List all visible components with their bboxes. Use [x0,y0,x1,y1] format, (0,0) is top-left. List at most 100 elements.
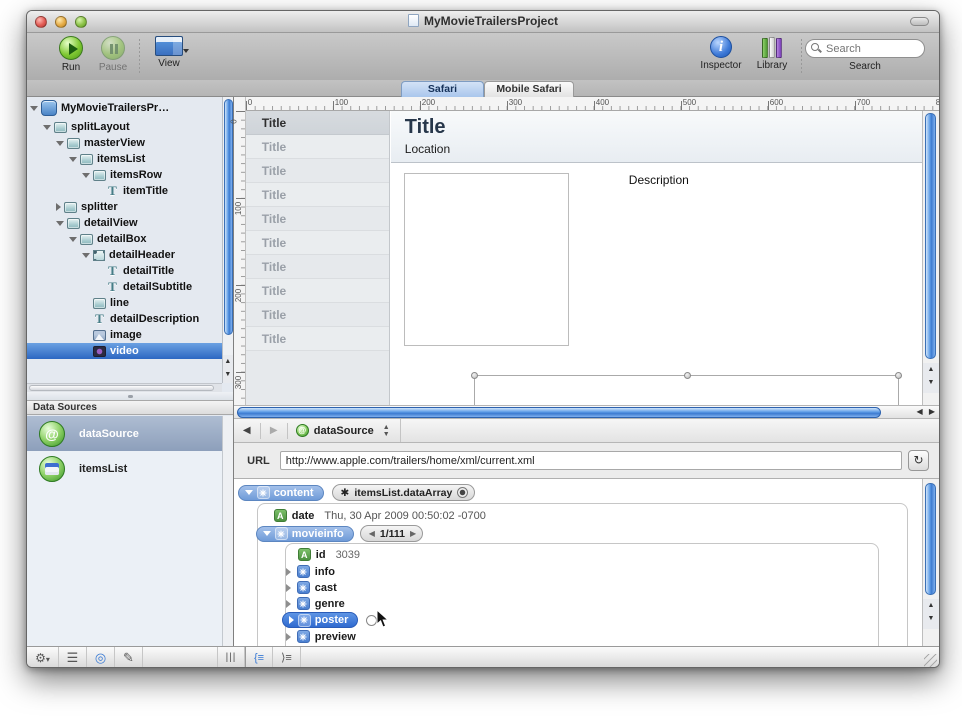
tree-item-project-root[interactable]: MyMovieTrailersPr… [27,97,222,119]
video-element-selected[interactable] [474,375,899,405]
list-row[interactable]: Title [246,255,389,279]
disclosure-triangle[interactable] [30,106,38,111]
field-row-preview[interactable]: preview [286,630,356,643]
disclosure-triangle[interactable] [286,633,291,641]
field-row-genre[interactable]: genre [286,597,345,610]
back-button[interactable]: ◀ [234,425,260,436]
disclosure-triangle[interactable] [56,203,61,211]
tree-item-image[interactable]: image [27,327,222,343]
tree-item-detailHeader[interactable]: detailHeader [27,247,222,263]
description-element[interactable]: Description [629,173,689,187]
selection-handle[interactable] [895,372,902,379]
tree-item-line[interactable]: line [27,295,222,311]
canvas-horizontal-scrollbar[interactable]: ◀ ▶ [234,405,939,419]
tree-item-detailSubtitle[interactable]: TdetailSubtitle [27,279,222,295]
date-row[interactable]: A date Thu, 30 Apr 2009 00:50:02 -0700 [274,509,486,522]
disclosure-triangle[interactable] [56,141,64,146]
tree-item-detailTitle[interactable]: TdetailTitle [27,263,222,279]
tree-item-video[interactable]: video [27,343,222,359]
next-record-icon[interactable]: ▶ [410,529,416,538]
canvas-hscroll-arrows[interactable]: ◀ ▶ [916,407,937,416]
disclosure-triangle[interactable] [69,157,77,162]
run-button[interactable]: Run [51,36,91,73]
scrollbar-thumb[interactable] [29,385,214,391]
list-row[interactable]: Title [246,207,389,231]
disclosure-triangle[interactable] [263,531,271,536]
gear-menu-button[interactable]: ⚙▾ [27,647,59,668]
scrollbar-thumb[interactable] [237,407,881,418]
tab-safari[interactable]: Safari [401,81,484,97]
title-bar[interactable]: MyMovieTrailersProject [27,11,939,33]
disclosure-triangle[interactable] [69,237,77,242]
list-view-button[interactable]: ☰ [59,647,87,668]
resize-grip[interactable] [924,654,937,667]
field-row-poster-selected[interactable]: poster [282,612,378,628]
scrollbar-thumb[interactable] [925,483,936,595]
data-source-item-dataSource[interactable]: @ dataSource [27,416,222,451]
inspector-button[interactable]: i Inspector [693,36,749,71]
detail-title-element[interactable]: Title [405,116,446,139]
scrollbar-thumb[interactable] [224,99,233,335]
tree-item-itemsRow[interactable]: itemsRow [27,167,222,183]
canvas-vertical-scrollbar[interactable]: ▲▼ [922,111,939,405]
disclosure-triangle[interactable] [82,173,90,178]
library-button[interactable]: Library [749,36,795,71]
tree-item-masterView[interactable]: masterView [27,135,222,151]
detail-subtitle-element[interactable]: Location [405,142,450,156]
search-input[interactable] [805,39,925,58]
canvas-scroll-arrows[interactable]: ▲▼ [923,363,939,393]
sidebar-splitter-handle[interactable] [27,392,233,400]
stack-view-button[interactable]: {≡ [245,647,273,668]
content-vertical-scrollbar[interactable]: ▲▼ [922,479,939,646]
previous-record-icon[interactable]: ◀ [369,529,375,538]
id-row[interactable]: A id 3039 [298,548,360,561]
binding-capsule[interactable]: ✱ itemsList.dataArray [332,484,476,501]
disclosure-triangle[interactable] [245,490,253,495]
tree-vertical-scrollbar[interactable] [222,97,233,383]
disclosure-triangle[interactable] [286,584,291,592]
data-source-item-itemsList[interactable]: itemsList [27,451,222,486]
list-row[interactable]: Title [246,279,389,303]
list-row[interactable]: Title [246,135,389,159]
reload-button[interactable]: ↻ [908,450,929,471]
field-row-info[interactable]: info [286,565,335,578]
content-node-pill[interactable]: content [238,485,324,501]
view-button[interactable]: View [149,36,189,69]
tree-item-detailView[interactable]: detailView [27,215,222,231]
image-placeholder-element[interactable] [404,173,569,346]
detail-view-element[interactable]: Title Location Description [391,111,922,405]
tree-item-detailBox[interactable]: detailBox [27,231,222,247]
list-row[interactable]: Title [246,303,389,327]
list-row[interactable]: Title [246,327,389,351]
tree-item-splitLayout[interactable]: splitLayout [27,119,222,135]
list-row[interactable]: Title [246,183,389,207]
scrollbar-thumb[interactable] [925,113,936,359]
disclosure-triangle[interactable] [289,616,294,624]
toolbar-toggle-button[interactable] [910,17,929,26]
tree-item-itemTitle[interactable]: TitemTitle [27,183,222,199]
tree-scroll-arrows[interactable]: ▲▼ [222,355,233,383]
tree-item-itemsList[interactable]: itemsList [27,151,222,167]
selection-handle[interactable] [471,372,478,379]
disclosure-triangle[interactable] [82,253,90,258]
data-sources-scrollbar[interactable] [222,416,233,646]
content-root-row[interactable]: content ✱ itemsList.dataArray [238,484,476,501]
disclosure-triangle[interactable] [286,600,291,608]
url-input[interactable] [280,451,902,470]
tab-mobile-safari[interactable]: Mobile Safari [484,81,574,97]
movieinfo-row[interactable]: movieinfo ◀ 1/111 ▶ [256,525,423,542]
disclosure-triangle[interactable] [286,568,291,576]
items-list-element[interactable]: Title Title Title Title Title Title Titl… [246,111,390,405]
disclosure-triangle[interactable] [43,125,51,130]
drag-handle-icon[interactable]: ||| [217,647,245,668]
tree-horizontal-scrollbar[interactable] [27,383,222,392]
edit-view-button[interactable]: ✎ [115,647,143,668]
pause-button[interactable]: Pause [91,36,135,73]
tree-item-splitter[interactable]: splitter [27,199,222,215]
tree-item-detailDescription[interactable]: TdetailDescription [27,311,222,327]
list-row[interactable]: Title [246,111,389,135]
field-row-cast[interactable]: cast [286,581,337,594]
detail-header-element[interactable]: Title Location [391,111,922,163]
target-view-button[interactable]: ◎ [87,647,115,668]
list-row[interactable]: Title [246,159,389,183]
